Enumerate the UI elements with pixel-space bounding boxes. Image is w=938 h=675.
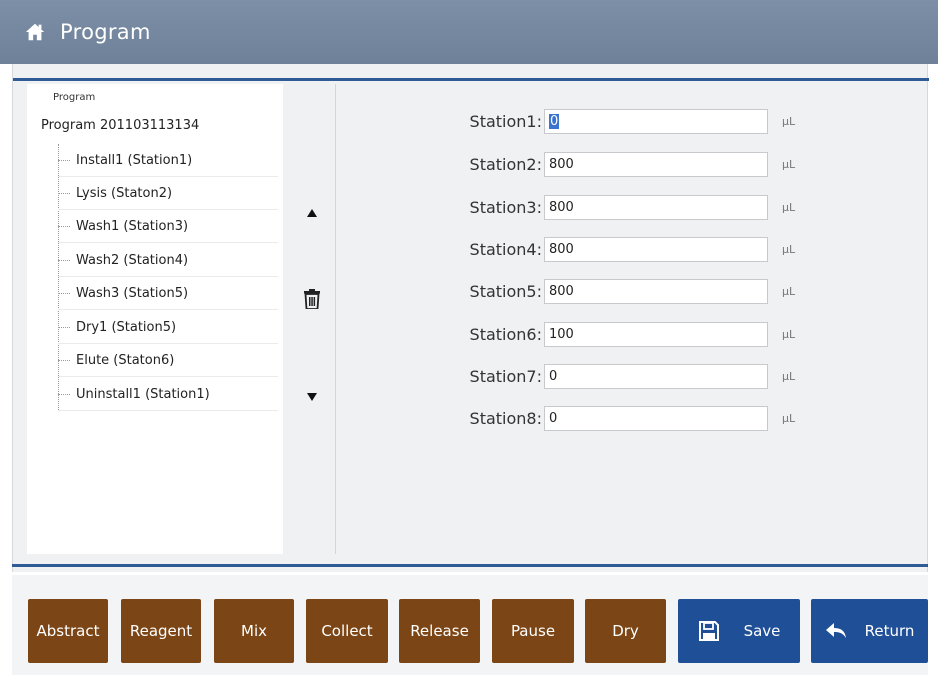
tree-item[interactable]: Lysis (Staton2) [58, 177, 278, 210]
program-editor: Program Program 201103113134 Install1 (S… [12, 64, 929, 572]
unit-label: μL [782, 370, 796, 383]
tree-item[interactable]: Uninstall1 (Station1) [58, 378, 278, 411]
release-button[interactable]: Release [399, 599, 480, 663]
tree-program-node[interactable]: Program 201103113134 [41, 118, 199, 133]
station-label: Station1: [469, 112, 542, 131]
station-label: Station7: [469, 367, 542, 386]
tree-item[interactable]: Elute (Staton6) [58, 344, 278, 377]
unit-label: μL [782, 243, 796, 256]
tree-item-label: Elute (Staton6) [76, 352, 175, 368]
tree-item[interactable]: Install1 (Station1) [58, 144, 278, 177]
return-label: Return [864, 622, 915, 640]
station-row: Station7: 0 μL [336, 364, 926, 390]
abstract-button[interactable]: Abstract [28, 599, 108, 663]
window-title: Program [60, 20, 151, 44]
station-label: Station5: [469, 282, 542, 301]
station-row: Station6: 100 μL [336, 322, 926, 348]
triangle-up-icon [307, 209, 317, 217]
station-row: Station3: 800 μL [336, 195, 926, 221]
pause-button[interactable]: Pause [492, 599, 574, 663]
move-down-button[interactable] [301, 386, 323, 408]
collect-button[interactable]: Collect [306, 599, 388, 663]
station-label: Station6: [469, 325, 542, 344]
tree-item-label: Install1 (Station1) [76, 152, 193, 168]
tree-item[interactable]: Wash3 (Station5) [58, 277, 278, 310]
station-row: Station5: 800 μL [336, 279, 926, 305]
station-volume-input[interactable]: 0 [544, 109, 768, 134]
save-icon [698, 621, 719, 641]
reagent-button[interactable]: Reagent [121, 599, 201, 663]
station-row: Station2: 800 μL [336, 152, 926, 178]
station-label: Station3: [469, 198, 542, 217]
station-row: Station8: 0 μL [336, 406, 926, 432]
station-row: Station4: 800 μL [336, 237, 926, 263]
unit-label: μL [782, 285, 796, 298]
station-volume-input[interactable]: 800 [544, 195, 768, 220]
tree-item[interactable]: Dry1 (Station5) [58, 311, 278, 344]
dry-button[interactable]: Dry [585, 599, 666, 663]
unit-label: μL [782, 158, 796, 171]
top-divider [13, 78, 929, 81]
triangle-down-icon [307, 393, 317, 401]
save-label: Save [743, 622, 781, 640]
station-label: Station4: [469, 240, 542, 259]
tree-item-label: Wash1 (Station3) [76, 218, 189, 234]
title-bar: Program [0, 0, 938, 64]
save-button[interactable]: Save [678, 599, 800, 663]
tree-item[interactable]: Wash2 (Station4) [58, 244, 278, 277]
station-label: Station8: [469, 409, 542, 428]
station-volume-panel: Station1: 0 μL Station2: 800 μL Station3… [335, 84, 925, 554]
unit-label: μL [782, 412, 796, 425]
program-tree[interactable]: Program Program 201103113134 Install1 (S… [27, 84, 283, 554]
station-label: Station2: [469, 155, 542, 174]
station-volume-input[interactable]: 800 [544, 152, 768, 177]
tree-item-label: Lysis (Staton2) [76, 185, 173, 201]
delete-step-button[interactable] [301, 288, 323, 310]
tree-item-label: Wash2 (Station4) [76, 252, 189, 268]
tree-item[interactable]: Wash1 (Station3) [58, 210, 278, 243]
station-volume-input[interactable]: 800 [544, 237, 768, 262]
station-volume-input[interactable]: 800 [544, 279, 768, 304]
tree-item-label: Uninstall1 (Station1) [76, 386, 210, 402]
station-volume-input[interactable]: 0 [544, 364, 768, 389]
mix-button[interactable]: Mix [214, 599, 294, 663]
unit-label: μL [782, 201, 796, 214]
footer-toolbar: Abstract Reagent Mix Collect Release Pau… [12, 575, 928, 675]
tree-item-label: Wash3 (Station5) [76, 285, 189, 301]
station-row: Station1: 0 μL [336, 109, 926, 135]
station-volume-input[interactable]: 100 [544, 322, 768, 347]
step-tools [291, 84, 333, 554]
return-arrow-icon [825, 623, 846, 638]
unit-label: μL [782, 115, 796, 128]
station-volume-input[interactable]: 0 [544, 406, 768, 431]
move-up-button[interactable] [301, 202, 323, 224]
trash-icon [304, 289, 320, 309]
tree-item-label: Dry1 (Station5) [76, 319, 177, 335]
return-button[interactable]: Return [811, 599, 928, 663]
tree-root-label: Program [53, 92, 96, 103]
bottom-divider [12, 562, 928, 570]
home-icon[interactable] [24, 21, 46, 43]
unit-label: μL [782, 328, 796, 341]
